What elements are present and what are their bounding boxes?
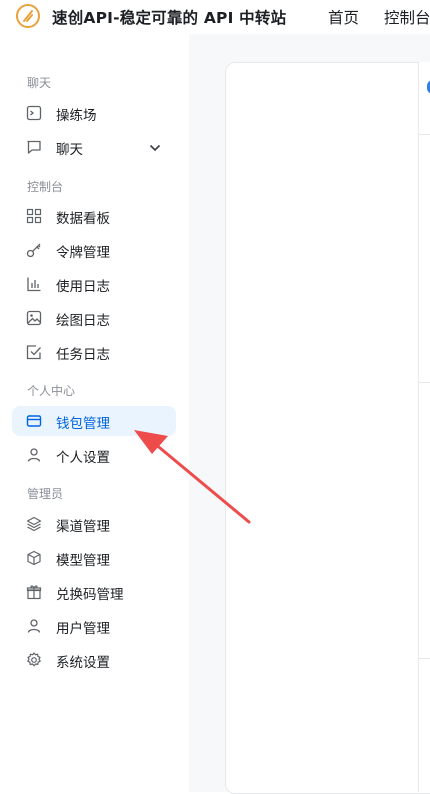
sidebar-item-label: 任务日志 xyxy=(56,347,110,363)
gift-icon xyxy=(26,584,42,600)
section-title-console: 控制台 xyxy=(27,180,64,194)
sidebar-item-channels[interactable]: 渠道管理 xyxy=(12,509,176,539)
sidebar-item-usage-logs[interactable]: 使用日志 xyxy=(12,269,176,299)
panel-divider xyxy=(419,382,430,383)
grid-icon xyxy=(26,208,42,224)
panel-divider xyxy=(419,658,430,659)
key-icon xyxy=(26,242,42,258)
sidebar-item-label: 兑换码管理 xyxy=(56,587,124,603)
sidebar-item-dashboard[interactable]: 数据看板 xyxy=(12,201,176,231)
wallet-card-icon xyxy=(26,413,42,429)
sidebar-item-task-logs[interactable]: 任务日志 xyxy=(12,337,176,367)
section-title-admin: 管理员 xyxy=(27,487,64,501)
right-panel-edge xyxy=(418,62,430,792)
sidebar: 聊天 操练场 聊天 控制台 数据看板 令牌管理 使用日志 绘图日志 任务日志 个… xyxy=(0,34,189,792)
section-title-personal: 个人中心 xyxy=(27,384,76,398)
brand-title[interactable]: 速创API-稳定可靠的 API 中转站 xyxy=(52,6,286,28)
checkbox-icon xyxy=(26,344,42,360)
sidebar-item-label: 使用日志 xyxy=(56,279,110,295)
sidebar-item-models[interactable]: 模型管理 xyxy=(12,543,176,573)
sidebar-item-personal-settings[interactable]: 个人设置 xyxy=(12,440,176,470)
content-card xyxy=(225,62,430,794)
terminal-icon xyxy=(26,105,42,121)
chevron-down-icon[interactable] xyxy=(148,140,162,154)
user-icon xyxy=(26,618,42,634)
sidebar-item-wallet[interactable]: 钱包管理 xyxy=(12,406,176,436)
sidebar-item-drawing-logs[interactable]: 绘图日志 xyxy=(12,303,176,333)
sidebar-item-label: 渠道管理 xyxy=(56,519,110,535)
sidebar-item-label: 模型管理 xyxy=(56,553,110,569)
sidebar-item-label: 聊天 xyxy=(56,142,83,158)
sidebar-item-playground[interactable]: 操练场 xyxy=(12,98,176,128)
section-title-chat: 聊天 xyxy=(27,76,52,90)
sidebar-item-tokens[interactable]: 令牌管理 xyxy=(12,235,176,265)
sidebar-item-system-settings[interactable]: 系统设置 xyxy=(12,645,176,675)
bar-chart-icon xyxy=(26,276,42,292)
sidebar-item-label: 操练场 xyxy=(56,108,97,124)
sidebar-item-label: 绘图日志 xyxy=(56,313,110,329)
panel-divider xyxy=(419,134,430,135)
image-icon xyxy=(26,310,42,326)
sidebar-item-label: 系统设置 xyxy=(56,655,110,671)
chat-bubble-icon xyxy=(26,139,42,155)
sidebar-item-label: 个人设置 xyxy=(56,450,110,466)
user-icon xyxy=(26,447,42,463)
layers-icon xyxy=(26,516,42,532)
cube-icon xyxy=(26,550,42,566)
nav-console-link[interactable]: 控制台 xyxy=(384,6,430,28)
sidebar-item-redeem-codes[interactable]: 兑换码管理 xyxy=(12,577,176,607)
top-bar: 速创API-稳定可靠的 API 中转站 首页 控制台 xyxy=(0,0,430,34)
sidebar-item-label: 令牌管理 xyxy=(56,245,110,261)
gear-icon xyxy=(26,652,42,668)
sidebar-item-users[interactable]: 用户管理 xyxy=(12,611,176,641)
sidebar-item-label: 钱包管理 xyxy=(56,416,110,432)
sidebar-item-chat[interactable]: 聊天 xyxy=(12,132,176,162)
logo-icon[interactable] xyxy=(15,3,41,29)
sidebar-item-label: 数据看板 xyxy=(56,211,110,227)
sidebar-item-label: 用户管理 xyxy=(56,621,110,637)
nav-home-link[interactable]: 首页 xyxy=(328,6,359,28)
